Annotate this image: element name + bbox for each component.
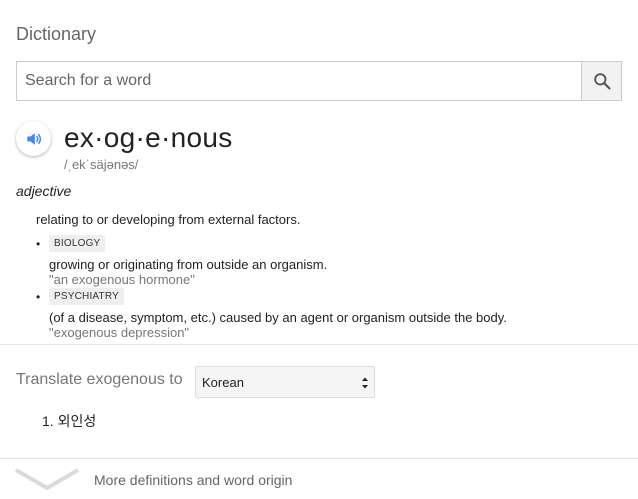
language-select[interactable]: Korean [195, 366, 375, 398]
sense-definition: growing or originating from outside an o… [49, 257, 328, 272]
sense-definition: (of a disease, symptom, etc.) caused by … [49, 310, 507, 325]
bullet: • [36, 237, 41, 251]
search-input[interactable] [17, 62, 582, 100]
part-of-speech: adjective [16, 183, 72, 199]
translation-result: 1. 외인성 [42, 413, 97, 429]
selected-language: Korean [202, 375, 244, 390]
sense-example: "an exogenous hormone" [49, 272, 195, 287]
main-definition: relating to or developing from external … [36, 212, 301, 227]
translate-label: Translate exogenous to [16, 371, 183, 388]
more-definitions-link[interactable]: More definitions and word origin [94, 472, 292, 488]
speaker-icon [26, 132, 41, 145]
select-arrows-icon [362, 377, 368, 389]
domain-tag: BIOLOGY [49, 235, 106, 252]
divider [0, 458, 638, 459]
sense-example: "exogenous depression" [49, 325, 190, 340]
pronounce-button[interactable] [16, 121, 51, 156]
search-button[interactable] [581, 62, 621, 100]
bullet: • [36, 290, 41, 304]
card-title: Dictionary [16, 24, 97, 44]
chevron-down-icon[interactable] [14, 466, 80, 492]
search-icon [593, 73, 611, 90]
search-box [16, 61, 622, 101]
headword: ex·og·e·nous [64, 122, 233, 153]
phonetic: /ˌekˈsäjənəs/ [64, 157, 139, 172]
divider [0, 344, 638, 345]
domain-tag: PSYCHIATRY [49, 288, 124, 305]
dictionary-card: Dictionary ex·og·e·nous /ˌekˈsäjənəs/ ad… [0, 0, 638, 499]
